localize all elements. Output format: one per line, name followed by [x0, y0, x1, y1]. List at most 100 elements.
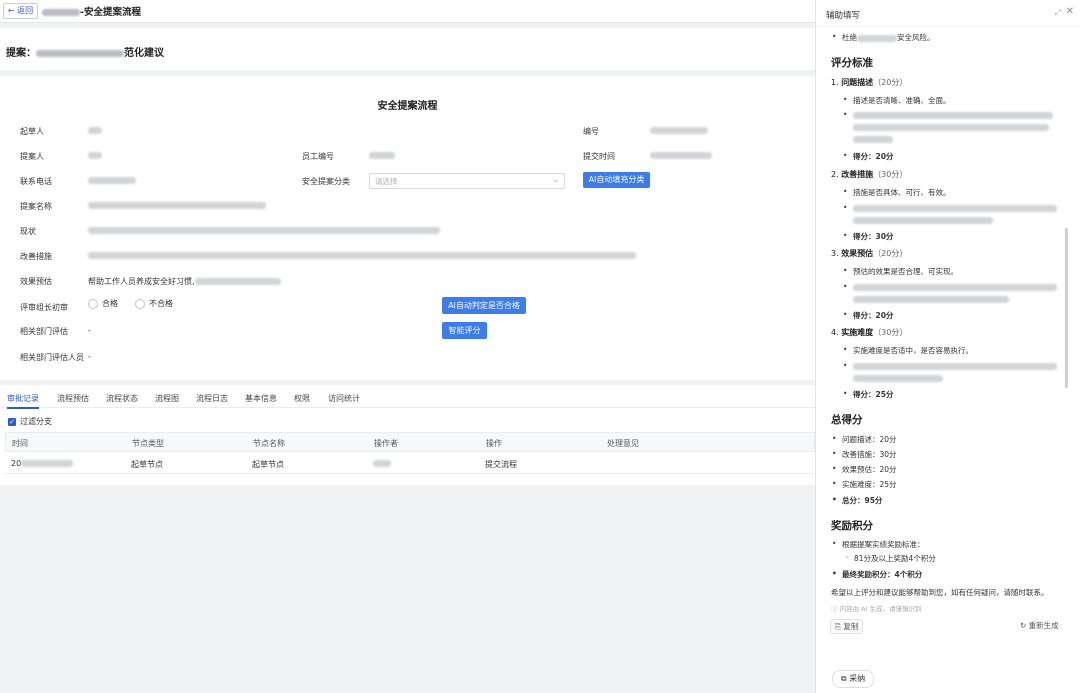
criterion-score: 得分：30分	[853, 232, 894, 241]
effect-value: 帮助工作人员养成安全好习惯,	[88, 276, 281, 287]
record-section: 审批记录 流程预估 流程状态 流程图 流程日志 基本信息 权限 访问统计 ✓ 过…	[0, 385, 815, 485]
redacted-text	[42, 9, 80, 16]
criterion-3-detail	[843, 282, 1057, 303]
redacted-text	[36, 49, 124, 57]
criterion-points: （30分）	[873, 170, 908, 179]
col-operator: 操作者	[374, 439, 398, 448]
category-select[interactable]: 请选择 ⌄	[369, 173, 565, 189]
criterion-name: 效果预估	[841, 249, 874, 258]
redacted-text	[21, 460, 74, 467]
reward-heading: 奖励积分	[831, 520, 873, 532]
top-bullet: 杜绝 安全风险。	[832, 32, 935, 43]
flow-title-text: -安全提案流程	[80, 7, 141, 18]
criterion-score: 得分：20分	[853, 311, 894, 320]
criterion-2-desc: 措施是否具体、可行、有效。	[843, 187, 950, 198]
criterion-points: （20分）	[873, 249, 908, 258]
ai-fill-category-button[interactable]: AI自动填充分类	[583, 172, 650, 188]
drafter-label: 起草人	[20, 127, 44, 136]
criterion-1-detail	[843, 110, 1053, 143]
regenerate-button[interactable]: ↻ 重新生成	[1016, 619, 1063, 632]
number-value	[650, 127, 708, 134]
dept-evaluator-label: 相关部门评估人员	[20, 353, 84, 362]
leader-review-label: 评审组长初审	[20, 303, 68, 312]
criterion-index: 2.	[831, 170, 839, 179]
number-label: 编号	[583, 127, 599, 136]
radio-pass[interactable]: 合格	[88, 298, 118, 309]
redacted-text	[857, 34, 897, 42]
smart-score-button[interactable]: 智能评分	[442, 322, 487, 339]
criterion-index: 4.	[831, 328, 839, 337]
ai-judge-button[interactable]: AI自动判定是否合格	[442, 297, 526, 314]
total-item: 效果预估：20分	[832, 464, 896, 475]
proposal-title-prefix: 提案：	[6, 48, 36, 59]
total-item: 实施难度：25分	[832, 479, 896, 490]
redacted-text	[853, 124, 1049, 131]
tab-flow-estimate[interactable]: 流程预估	[57, 393, 89, 404]
submit-time-label: 提交时间	[583, 152, 615, 161]
check-icon[interactable]: ✓	[8, 417, 16, 426]
top-bar: ← 返回 -安全提案流程	[0, 0, 815, 23]
col-time: 时间	[12, 439, 28, 448]
criterion-3: 3. 效果预估（20分）	[831, 248, 907, 259]
expand-icon[interactable]: ⤢	[1055, 8, 1061, 18]
criterion-score: 得分：20分	[853, 152, 894, 161]
dept-eval-value: -	[88, 326, 91, 335]
redacted-text	[853, 362, 1057, 370]
dept-eval-label: 相关部门评估	[20, 327, 68, 336]
redacted-text	[853, 217, 993, 224]
tab-flow-status[interactable]: 流程状态	[106, 393, 138, 404]
category-label: 安全提案分类	[302, 177, 350, 186]
tab-visit-stats[interactable]: 访问统计	[328, 393, 360, 404]
tab-approval-record[interactable]: 审批记录	[7, 393, 39, 409]
copy-button[interactable]: ⎘ 复制	[830, 619, 864, 634]
proposal-name-value	[88, 202, 266, 209]
table-header: 时间 节点类型 节点名称 操作者 操作 处理意见	[5, 432, 815, 452]
tab-permissions[interactable]: 权限	[294, 393, 310, 404]
radio-circle[interactable]	[88, 298, 98, 309]
criterion-2: 2. 改善措施（30分）	[831, 169, 907, 180]
redacted-text	[853, 204, 1057, 212]
criterion-index: 3.	[831, 249, 839, 258]
radio-fail[interactable]: 不合格	[135, 298, 173, 309]
proposal-name-label: 提案名称	[20, 202, 52, 211]
panel-title: 辅助填写	[826, 11, 861, 21]
tab-basic-info[interactable]: 基本信息	[245, 393, 277, 404]
total-heading: 总得分	[831, 414, 863, 426]
dept-evaluator-value: -	[88, 352, 91, 361]
radio-circle[interactable]	[135, 298, 145, 309]
criterion-index: 1.	[831, 78, 839, 87]
effect-label: 效果预估	[20, 277, 52, 286]
table-row: 20 起草节点 起草节点 提交流程	[5, 451, 813, 474]
criterion-1-desc: 描述是否清晰、准确、全面。	[843, 95, 950, 106]
tab-bar: 审批记录 流程预估 流程状态 流程图 流程日志 基本信息 权限 访问统计	[0, 385, 815, 409]
tab-flow-log[interactable]: 流程日志	[196, 393, 228, 404]
redacted-text	[853, 296, 1009, 303]
proposer-value	[88, 152, 102, 159]
proposal-form: 安全提案流程 起草人 编号 提案人 员工编号 提交时间 联系电话 安全提案分类 …	[0, 76, 815, 380]
scrollbar[interactable]	[1065, 228, 1068, 388]
category-placeholder: 请选择	[375, 177, 398, 186]
criterion-2-detail	[843, 203, 1057, 224]
assist-panel: 辅助填写 ⤢ ✕ 杜绝安全风险。 评分标准 1. 问题描述（20分） 描述是否清…	[815, 0, 1080, 693]
tab-flow-chart[interactable]: 流程图	[155, 393, 179, 404]
flow-title: -安全提案流程	[42, 4, 141, 18]
employee-no-label: 员工编号	[302, 152, 334, 161]
panel-header: 辅助填写 ⤢ ✕	[816, 0, 1080, 27]
radio-fail-label: 不合格	[149, 299, 173, 308]
row-operator	[373, 460, 391, 467]
top-bullet-suffix: 安全风险。	[897, 33, 935, 42]
adopt-button[interactable]: ⧉ 采纳	[832, 670, 874, 688]
drafter-value	[88, 127, 102, 134]
status-label: 现状	[20, 227, 36, 236]
row-node-type: 起草节点	[131, 460, 163, 469]
filter-branch-checkbox[interactable]: ✓ 过滤分支	[8, 416, 52, 427]
criterion-score: 得分：25分	[853, 390, 894, 399]
status-value	[88, 227, 440, 234]
back-button[interactable]: ← 返回	[3, 3, 38, 19]
filter-label: 过滤分支	[20, 417, 52, 426]
redacted-text	[853, 283, 1057, 291]
criterion-1: 1. 问题描述（20分）	[831, 77, 907, 88]
criterion-points: （30分）	[873, 328, 908, 337]
measures-label: 改善措施	[20, 252, 52, 261]
close-icon[interactable]: ✕	[1066, 6, 1074, 17]
